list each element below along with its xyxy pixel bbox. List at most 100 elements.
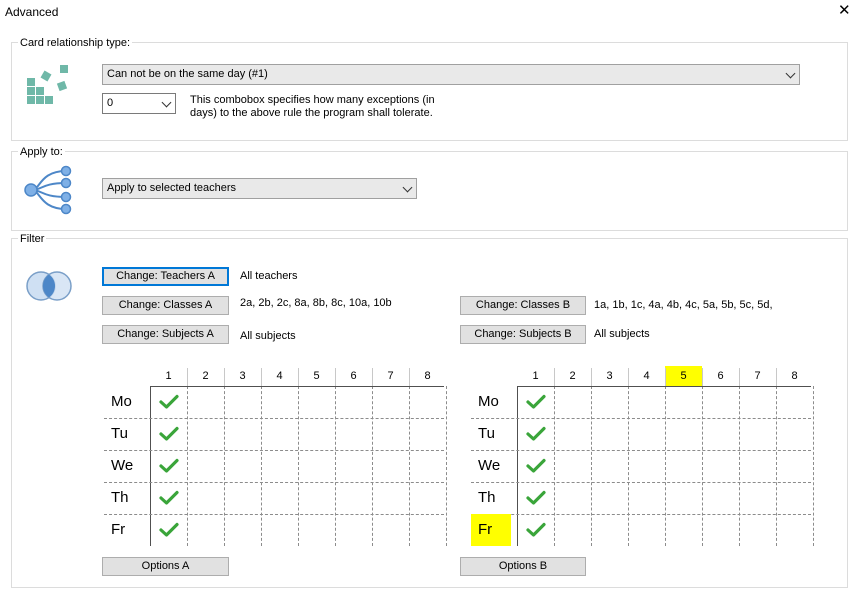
grid_a-cell[interactable] [224, 450, 261, 482]
grid_a-cell[interactable] [372, 514, 409, 546]
grid_a-cell[interactable] [409, 482, 446, 514]
grid_b-cell[interactable] [702, 514, 739, 546]
grid_a-cell[interactable] [409, 386, 446, 418]
grid_b-cell[interactable] [628, 482, 665, 514]
grid_a-cell[interactable] [298, 514, 335, 546]
grid_a-cell[interactable] [409, 514, 446, 546]
grid_a-cell[interactable] [409, 450, 446, 482]
grid_b-cell[interactable] [517, 450, 554, 482]
relationship-type-select[interactable]: Can not be on the same day (#1) [102, 64, 800, 85]
grid_a-period-header[interactable]: 5 [298, 366, 335, 386]
grid_b-cell[interactable] [628, 386, 665, 418]
grid_a-cell[interactable] [298, 450, 335, 482]
grid_b-period-header[interactable]: 3 [591, 366, 628, 386]
grid_a-cell[interactable] [298, 482, 335, 514]
change-classes-a-button[interactable]: Change: Classes A [102, 296, 229, 315]
grid_a-cell[interactable] [298, 386, 335, 418]
grid_a-cell[interactable] [372, 418, 409, 450]
grid_b-cell[interactable] [665, 482, 702, 514]
grid_a-cell[interactable] [224, 386, 261, 418]
grid_b-day-header[interactable]: We [471, 450, 511, 482]
grid_a-day-header[interactable]: Fr [104, 514, 144, 546]
grid_a-cell[interactable] [187, 514, 224, 546]
grid_b-cell[interactable] [628, 514, 665, 546]
grid_b-day-header[interactable]: Tu [471, 418, 511, 450]
grid_b-cell[interactable] [739, 482, 776, 514]
change-classes-b-button[interactable]: Change: Classes B [460, 296, 586, 315]
grid_a-day-header[interactable]: Tu [104, 418, 144, 450]
timetable-grid-a[interactable]: 1 2 3 4 5 6 7 8 Mo Tu We Th Fr [104, 366, 447, 556]
grid_b-cell[interactable] [702, 450, 739, 482]
grid_b-cell[interactable] [591, 418, 628, 450]
grid_a-cell[interactable] [409, 418, 446, 450]
grid_b-cell[interactable] [591, 386, 628, 418]
grid_b-period-header[interactable]: 4 [628, 366, 665, 386]
grid_b-period-header[interactable]: 8 [776, 366, 813, 386]
close-icon[interactable]: ✕ [838, 3, 851, 19]
grid_b-cell[interactable] [591, 450, 628, 482]
change-subjects-b-button[interactable]: Change: Subjects B [460, 325, 586, 344]
grid_b-cell[interactable] [776, 386, 813, 418]
grid_a-cell[interactable] [187, 482, 224, 514]
grid_a-cell[interactable] [224, 482, 261, 514]
grid_a-cell[interactable] [224, 418, 261, 450]
grid_b-period-header[interactable]: 2 [554, 366, 591, 386]
grid_b-cell[interactable] [591, 514, 628, 546]
apply-to-select[interactable]: Apply to selected teachers [102, 178, 417, 199]
grid_a-cell[interactable] [335, 386, 372, 418]
grid_a-cell[interactable] [261, 418, 298, 450]
options-a-button[interactable]: Options A [102, 557, 229, 576]
grid_a-cell[interactable] [372, 482, 409, 514]
grid_b-cell[interactable] [702, 386, 739, 418]
grid_a-period-header[interactable]: 4 [261, 366, 298, 386]
grid_a-cell[interactable] [150, 514, 187, 546]
grid_a-period-header[interactable]: 1 [150, 366, 187, 386]
grid_b-cell[interactable] [591, 482, 628, 514]
grid_b-cell[interactable] [776, 514, 813, 546]
timetable-grid-b[interactable]: 1 2 3 4 5 6 7 8 Mo Tu We Th Fr [471, 366, 814, 556]
grid_b-cell[interactable] [739, 514, 776, 546]
grid_b-cell[interactable] [665, 514, 702, 546]
grid_b-cell[interactable] [665, 450, 702, 482]
grid_a-cell[interactable] [335, 514, 372, 546]
grid_b-period-header[interactable]: 5 [665, 366, 702, 386]
grid_a-cell[interactable] [335, 482, 372, 514]
grid_b-cell[interactable] [517, 386, 554, 418]
grid_b-cell[interactable] [702, 418, 739, 450]
grid_a-day-header[interactable]: Mo [104, 386, 144, 418]
grid_b-cell[interactable] [665, 418, 702, 450]
grid_b-period-header[interactable]: 7 [739, 366, 776, 386]
grid_a-cell[interactable] [150, 482, 187, 514]
grid_b-cell[interactable] [517, 482, 554, 514]
grid_a-cell[interactable] [261, 450, 298, 482]
grid_a-period-header[interactable]: 3 [224, 366, 261, 386]
grid_b-cell[interactable] [554, 418, 591, 450]
grid_b-day-header[interactable]: Th [471, 482, 511, 514]
options-b-button[interactable]: Options B [460, 557, 586, 576]
grid_a-cell[interactable] [187, 386, 224, 418]
grid_b-cell[interactable] [739, 386, 776, 418]
grid_a-cell[interactable] [261, 482, 298, 514]
grid_a-day-header[interactable]: Th [104, 482, 144, 514]
change-subjects-a-button[interactable]: Change: Subjects A [102, 325, 229, 344]
grid_b-cell[interactable] [702, 482, 739, 514]
grid_b-cell[interactable] [739, 450, 776, 482]
grid_b-cell[interactable] [776, 482, 813, 514]
grid_b-period-header[interactable]: 6 [702, 366, 739, 386]
grid_a-cell[interactable] [261, 386, 298, 418]
grid_b-cell[interactable] [628, 450, 665, 482]
grid_a-cell[interactable] [150, 386, 187, 418]
grid_b-cell[interactable] [554, 450, 591, 482]
grid_a-period-header[interactable]: 8 [409, 366, 446, 386]
grid_b-period-header[interactable]: 1 [517, 366, 554, 386]
grid_b-cell[interactable] [554, 514, 591, 546]
grid_a-cell[interactable] [187, 450, 224, 482]
grid_a-cell[interactable] [187, 418, 224, 450]
grid_b-day-header[interactable]: Mo [471, 386, 511, 418]
grid_a-cell[interactable] [372, 450, 409, 482]
change-teachers-a-button[interactable]: Change: Teachers A [102, 267, 229, 286]
grid_b-cell[interactable] [517, 514, 554, 546]
grid_b-cell[interactable] [628, 418, 665, 450]
grid_a-cell[interactable] [372, 386, 409, 418]
exceptions-select[interactable]: 0 [102, 93, 176, 114]
